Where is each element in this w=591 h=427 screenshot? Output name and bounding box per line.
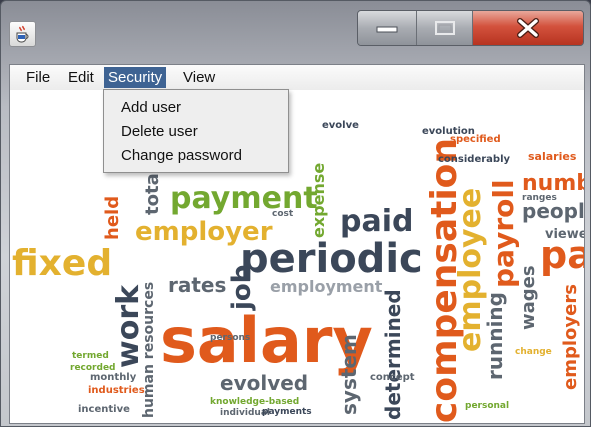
word-total: total	[142, 167, 163, 215]
word-evolve: evolve	[322, 120, 359, 131]
word-industries: industries	[88, 385, 145, 396]
word-running: running	[483, 292, 507, 380]
word-personal: personal	[465, 401, 509, 411]
menu-item-add-user[interactable]: Add user	[104, 96, 288, 120]
word-ranges: ranges	[522, 193, 557, 203]
word-change: change	[515, 347, 552, 357]
word-job: job	[227, 265, 257, 311]
menu-bar: File Edit Security View	[10, 65, 584, 91]
word-held: held	[102, 196, 123, 240]
menu-security[interactable]: Security	[104, 67, 167, 88]
word-cost: cost	[272, 209, 294, 219]
word-human-resources: human resources	[141, 282, 157, 418]
word-employer: employer	[135, 217, 273, 247]
content-pane: File Edit Security View salary periodic …	[9, 64, 585, 424]
word-determined: determined	[381, 289, 405, 420]
application-window: File Edit Security View salary periodic …	[0, 0, 591, 427]
java-cup-icon[interactable]	[9, 21, 36, 47]
maximize-icon	[434, 21, 455, 35]
salary-word-cloud-image: salary periodic payment employer paid fi…	[10, 90, 584, 423]
word-wages: wages	[518, 265, 539, 330]
word-knowledge-based: knowledge-based	[210, 397, 299, 407]
word-recorded: recorded	[70, 363, 116, 373]
window-controls	[357, 10, 584, 46]
security-dropdown-menu: Add user Delete user Change password	[103, 89, 289, 173]
menu-item-delete-user[interactable]: Delete user	[104, 120, 288, 144]
word-employment: employment	[270, 277, 383, 296]
word-fixed: fixed	[12, 243, 112, 284]
word-rates: rates	[168, 273, 226, 297]
close-icon	[517, 18, 539, 38]
word-employers: employers	[560, 284, 581, 390]
word-incentive: incentive	[78, 404, 130, 415]
minimize-icon	[376, 26, 398, 33]
menu-edit[interactable]: Edit	[64, 67, 98, 88]
menu-view[interactable]: View	[179, 67, 219, 88]
word-evolved: evolved	[220, 371, 308, 395]
menu-item-change-password[interactable]: Change password	[104, 144, 288, 168]
word-concept: concept	[370, 372, 415, 383]
word-persons: persons	[210, 333, 250, 343]
word-expense: expense	[309, 163, 328, 238]
word-salaries: salaries	[528, 150, 577, 163]
minimize-button[interactable]	[358, 11, 417, 45]
word-viewed: viewed	[545, 227, 584, 242]
word-paid: paid	[340, 204, 413, 239]
word-payroll: payroll	[487, 179, 520, 288]
menu-file[interactable]: File	[22, 67, 54, 88]
maximize-button[interactable]	[417, 11, 473, 45]
word-system: system	[337, 334, 361, 415]
close-button[interactable]	[473, 11, 583, 45]
word-payments: payments	[262, 407, 312, 417]
word-monthly: monthly	[90, 372, 137, 383]
word-payment: payment	[170, 181, 318, 216]
word-termed: termed	[72, 351, 109, 361]
word-evolution: evolution	[422, 126, 475, 137]
word-considerably: considerably	[438, 154, 511, 165]
